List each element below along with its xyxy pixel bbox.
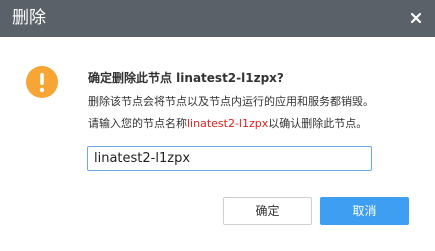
close-icon[interactable] bbox=[407, 9, 425, 27]
prompt-text-before: 请输入您的节点名称 bbox=[88, 117, 187, 130]
prompt-node-name: linatest2-l1zpx bbox=[187, 117, 269, 130]
warning-icon bbox=[26, 66, 58, 98]
dialog-body: 确定删除此节点 linatest2-l1zpx? 删除该节点会将节点以及节点内运… bbox=[0, 37, 435, 251]
name-prompt: 请输入您的节点名称linatest2-l1zpx以确认删除此节点。 bbox=[88, 117, 367, 131]
dialog-title: 删除 bbox=[12, 8, 46, 28]
delete-node-dialog: 删除 确定删除此节点 linatest2-l1zpx? 删除该节点会将节点以及节… bbox=[0, 0, 435, 251]
cancel-button[interactable]: 取消 bbox=[320, 197, 409, 225]
confirm-question: 确定删除此节点 linatest2-l1zpx? bbox=[88, 71, 284, 85]
delete-description: 删除该节点会将节点以及节点内运行的应用和服务都销毁。 bbox=[88, 95, 374, 108]
confirm-button[interactable]: 确定 bbox=[223, 197, 312, 225]
dialog-header: 删除 bbox=[0, 0, 435, 37]
node-name-input[interactable] bbox=[87, 146, 372, 171]
prompt-text-after: 以确认删除此节点。 bbox=[268, 117, 368, 130]
